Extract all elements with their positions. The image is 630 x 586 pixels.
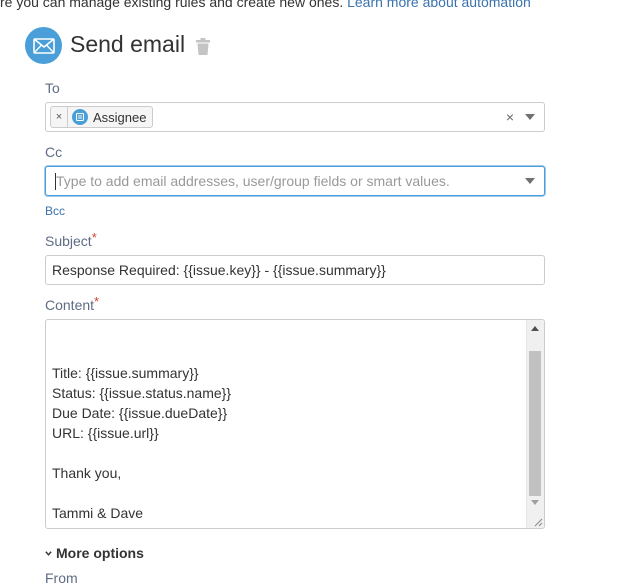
subject-label-text: Subject bbox=[45, 233, 92, 249]
chevron-down-icon bbox=[45, 550, 52, 556]
intro-text-prefix: re you can manage existing rules and cre… bbox=[0, 0, 344, 10]
subject-label: Subject* bbox=[45, 230, 97, 249]
content-line: URL: {{issue.url}} bbox=[52, 425, 159, 441]
content-line bbox=[52, 443, 231, 463]
content-line bbox=[52, 483, 231, 503]
more-options-toggle[interactable]: More options bbox=[45, 545, 144, 561]
to-field[interactable]: × Assignee × bbox=[45, 102, 545, 132]
required-mark: * bbox=[94, 294, 100, 309]
content-textarea[interactable]: Title: {{issue.summary}} Status: {{issue… bbox=[45, 319, 545, 529]
scroll-up-arrow-icon[interactable] bbox=[531, 326, 539, 331]
envelope-icon bbox=[25, 27, 62, 64]
cc-field[interactable]: Type to add email addresses, user/group … bbox=[45, 166, 545, 196]
content-line: Status: {{issue.status.name}} bbox=[52, 385, 232, 401]
content-text: Title: {{issue.summary}} Status: {{issue… bbox=[52, 323, 231, 523]
remove-tag-button[interactable]: × bbox=[51, 107, 68, 127]
content-line: Due Date: {{issue.dueDate}} bbox=[52, 405, 228, 421]
content-scrollbar[interactable] bbox=[526, 320, 544, 528]
subject-input[interactable]: Response Required: {{issue.key}} - {{iss… bbox=[45, 255, 545, 285]
intro-text: re you can manage existing rules and cre… bbox=[0, 0, 630, 10]
content-label: Content* bbox=[45, 294, 100, 313]
recipient-tag: × Assignee bbox=[50, 106, 154, 128]
page-title: Send email bbox=[70, 31, 186, 57]
content-line: Title: {{issue.summary}} bbox=[52, 365, 199, 381]
user-group-icon bbox=[72, 109, 88, 125]
dropdown-caret-icon[interactable] bbox=[525, 114, 535, 120]
more-options-label: More options bbox=[56, 545, 144, 561]
to-label: To bbox=[45, 80, 60, 96]
bcc-link[interactable]: Bcc bbox=[45, 204, 65, 218]
learn-more-link[interactable]: Learn more about automation bbox=[347, 0, 531, 10]
trash-icon[interactable] bbox=[196, 38, 210, 56]
recipient-tag-label: Assignee bbox=[93, 109, 147, 125]
content-line: Thank you, bbox=[52, 465, 122, 481]
cc-label: Cc bbox=[45, 144, 63, 160]
cc-placeholder: Type to add email addresses, user/group … bbox=[56, 173, 450, 189]
scrollbar-thumb[interactable] bbox=[529, 351, 541, 496]
content-line bbox=[52, 323, 231, 343]
content-line bbox=[52, 343, 231, 363]
content-line: Tammi & Dave bbox=[52, 505, 144, 521]
scroll-down-arrow-icon[interactable] bbox=[531, 500, 539, 505]
dropdown-caret-icon[interactable] bbox=[525, 178, 535, 184]
subject-value: Response Required: {{issue.key}} - {{iss… bbox=[52, 262, 386, 278]
resize-handle-icon[interactable] bbox=[533, 517, 543, 527]
content-label-text: Content bbox=[45, 297, 95, 313]
required-mark: * bbox=[91, 230, 97, 245]
from-label: From bbox=[45, 570, 78, 586]
clear-recipients-button[interactable]: × bbox=[506, 109, 514, 125]
